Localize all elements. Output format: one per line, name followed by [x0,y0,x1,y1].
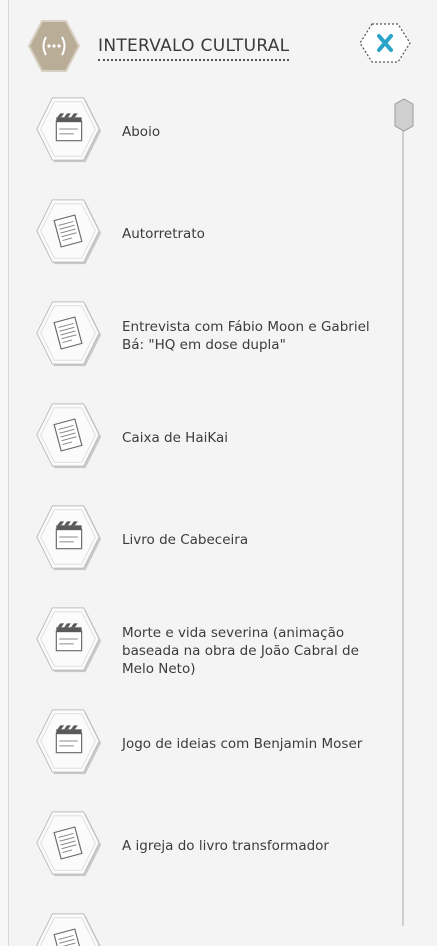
list-item[interactable]: A igreja do livro transformador [8,806,388,886]
list-item-label: Autorretrato [122,226,205,242]
ellipsis-hex-icon [26,18,82,74]
list-item[interactable]: Jogo de ideias com Benjamin Moser [8,704,388,784]
document-icon [31,296,105,370]
list-item[interactable]: Caixa de HaiKai [8,398,388,478]
clapperboard-icon [31,704,105,778]
list-item[interactable]: Livro de Cabeceira [8,500,388,580]
list-item[interactable]: Aboio [8,92,388,172]
document-icon [31,194,105,268]
scrollbar-thumb[interactable] [394,98,414,132]
list-item-label: Morte e vida severina (animação baseada … [122,625,359,677]
list-item-label: A igreja do livro transformador [122,838,329,854]
document-icon [31,398,105,472]
list-item-label: Caixa de HaiKai [122,430,228,446]
clapperboard-icon [31,92,105,166]
list-item-label: Entrevista com Fábio Moon e Gabriel Bá: … [122,319,370,353]
scrollbar-track[interactable] [402,100,404,926]
panel-title: INTERVALO CULTURAL [98,36,290,61]
close-button[interactable] [358,20,412,66]
list-item-label: Livro de Cabeceira [122,532,249,548]
list-item[interactable]: Autorretrato [8,194,388,274]
panel-edge [0,0,8,946]
list-item[interactable]: Morte e vida severina (animação baseada … [8,602,388,682]
list-item[interactable]: Entrevista com Fábio Moon e Gabriel Bá: … [8,296,388,376]
document-icon [31,908,105,946]
clapperboard-icon [31,500,105,574]
list-item[interactable] [8,908,388,946]
panel-header: INTERVALO CULTURAL [0,0,437,90]
content-list: Aboio Autorretrato Entrevista com Fábio … [8,92,388,946]
list-item-label: Aboio [122,124,161,140]
document-icon [31,806,105,880]
clapperboard-icon [31,602,105,676]
close-icon [359,23,411,63]
list-item-label: Jogo de ideias com Benjamin Moser [122,736,363,752]
